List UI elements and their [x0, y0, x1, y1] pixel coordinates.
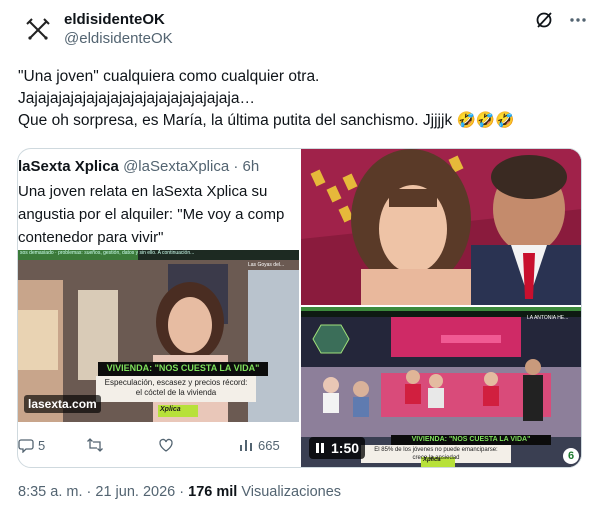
quoted-tweet[interactable]: laSexta Xplica @laSextaXplica · 6h Una j… — [18, 149, 301, 467]
grok-slash-icon[interactable] — [534, 10, 554, 30]
views-count: 665 — [258, 437, 280, 453]
tweet-text: "Una joven" cualquiera como cualquier ot… — [18, 66, 588, 132]
banner-subtitle-line: Especulación, escasez y precios récord: — [104, 378, 248, 387]
selfie-photo[interactable] — [301, 149, 581, 305]
quote-author-name[interactable]: laSexta Xplica — [18, 158, 119, 175]
quote-text-line: angustia por el alquiler: "Me voy a comp — [18, 206, 285, 223]
tweet-line: Que oh sorpresa, es María, la última put… — [18, 112, 515, 129]
retweet-action[interactable] — [86, 437, 158, 453]
corner-text: Las Goyas del... — [248, 262, 285, 268]
like-action[interactable] — [158, 437, 238, 453]
quote-media-thumbnail[interactable]: sos demasiado · problemas: sueños, gesti… — [18, 250, 299, 422]
tweet-line: "Una joven" cualquiera como cualquier ot… — [18, 68, 320, 85]
ticker-text: sos demasiado · problemas: sueños, gesti… — [20, 250, 195, 256]
heart-icon — [159, 438, 173, 452]
post-date[interactable]: 21 jun. 2026 — [95, 484, 175, 500]
views-total: 176 mil — [188, 484, 238, 500]
quote-text-line: contenedor para vivir" — [18, 229, 164, 246]
video-player[interactable]: LA ANTONIA HE... VIVIENDA: "NOS CUESTA L… — [301, 307, 581, 467]
banner-subtitle-line: el cóctel de la vivienda — [135, 388, 217, 397]
footer-separator: · — [179, 484, 185, 500]
tweet-line: Jajajajajajajajajajajajajajajajajaja… — [18, 90, 255, 107]
lasexta-watermark: lasexta.com — [24, 395, 101, 413]
video-duration-badge[interactable]: 1:50 — [309, 437, 366, 459]
author-display-name[interactable]: eldisidenteOK — [64, 10, 173, 29]
video-banner-subtitle-line: El 85% de los jóvenes no puede emancipar… — [374, 447, 498, 453]
xplica-tag: Xplica — [160, 406, 181, 413]
video-duration: 1:50 — [331, 440, 360, 456]
video-banner-title: VIVIENDA: "NOS CUESTA LA VIDA" — [411, 436, 531, 443]
tweet-header: eldisidenteOK @eldisidenteOK — [18, 8, 588, 52]
post-time[interactable]: 8:35 a. m. — [18, 484, 82, 500]
reply-icon — [18, 439, 34, 453]
media-card: laSexta Xplica @laSextaXplica · 6h Una j… — [17, 148, 582, 468]
channel-logo: 6 — [563, 448, 579, 464]
avatar[interactable] — [18, 10, 58, 50]
views-label: Visualizaciones — [241, 484, 342, 500]
quote-separator: · — [233, 158, 239, 175]
banner-subtitle: Especulación, escasez y precios récord: … — [98, 378, 254, 398]
views-action[interactable]: 665 — [238, 437, 280, 453]
tweet-footer: 8:35 a. m. · 21 jun. 2026 · 176 mil Visu… — [18, 484, 341, 500]
media-grid-right: LA ANTONIA HE... VIVIENDA: "NOS CUESTA L… — [301, 149, 581, 467]
banner-title: VIVIENDA: "NOS CUESTA LA VIDA" — [106, 363, 260, 373]
reply-action[interactable]: 5 — [18, 437, 86, 453]
quote-time[interactable]: 6h — [243, 158, 260, 175]
reply-count: 5 — [38, 437, 46, 453]
retweet-icon — [87, 438, 103, 452]
author-handle[interactable]: @eldisidenteOK — [64, 29, 173, 49]
views-icon — [240, 440, 252, 451]
pause-icon — [316, 443, 324, 453]
quote-text-line: Una joven relata en laSexta Xplica su — [18, 183, 268, 200]
footer-separator: · — [86, 484, 92, 500]
video-xplica-tag: Xplica — [423, 457, 441, 463]
quote-text: Una joven relata en laSexta Xplica su an… — [18, 180, 301, 249]
selfie-image — [301, 149, 581, 305]
quote-author-handle[interactable]: @laSextaXplica — [123, 158, 229, 175]
more-dots-icon[interactable] — [568, 10, 588, 30]
crossed-swords-icon — [26, 18, 50, 40]
quote-actions: 5 665 — [18, 432, 299, 458]
video-top-text: LA ANTONIA HE... — [527, 315, 569, 321]
